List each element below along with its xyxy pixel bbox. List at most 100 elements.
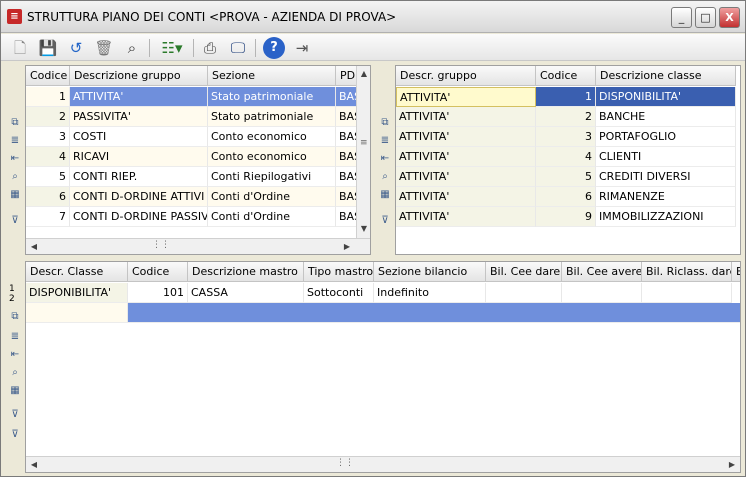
new-row-cell[interactable] bbox=[26, 303, 128, 323]
table-cell[interactable]: BAS bbox=[336, 147, 358, 167]
table-cell[interactable]: 2 bbox=[536, 107, 596, 127]
table-cell[interactable]: ATTIVITA' bbox=[70, 87, 208, 107]
column-header[interactable]: Sezione bilancio bbox=[374, 262, 486, 282]
table-cell[interactable]: ATTIVITA' bbox=[396, 207, 536, 227]
table-cell[interactable]: 1 bbox=[536, 87, 596, 107]
table-cell[interactable]: Sottoconti bbox=[304, 283, 374, 303]
column-header[interactable]: Codice bbox=[536, 66, 596, 86]
find-icon[interactable]: ⌕ bbox=[121, 37, 143, 59]
table-cell[interactable] bbox=[642, 283, 732, 303]
table-cell[interactable]: 6 bbox=[26, 187, 70, 207]
table-cell[interactable]: RICAVI bbox=[70, 147, 208, 167]
table-cell[interactable]: 6 bbox=[536, 187, 596, 207]
scroll-down-icon[interactable]: ▼ bbox=[357, 222, 370, 236]
zoom-icon[interactable]: ⌕ bbox=[9, 171, 21, 183]
column-header[interactable]: Descr. Classe bbox=[26, 262, 128, 282]
column-header[interactable]: Descrizione gruppo bbox=[70, 66, 208, 86]
table-cell[interactable]: 101 bbox=[128, 283, 188, 303]
table-cell[interactable]: ATTIVITA' bbox=[396, 147, 536, 167]
scroll-right-icon[interactable]: ▶ bbox=[725, 458, 739, 472]
close-button[interactable]: X bbox=[719, 7, 740, 28]
table-cell[interactable]: ATTIVITA' bbox=[396, 87, 536, 107]
table-cell[interactable]: BANCHE bbox=[596, 107, 736, 127]
copy-icon[interactable]: ⧉ bbox=[379, 117, 391, 129]
horizontal-scrollbar[interactable]: ◀ ⋮⋮ ▶ bbox=[26, 238, 370, 254]
list-view-icon[interactable]: ≣ bbox=[379, 135, 391, 147]
filter-clear-icon[interactable]: ⊽ bbox=[9, 429, 21, 441]
column-header[interactable]: PD bbox=[336, 66, 358, 86]
table-cell[interactable]: BAS bbox=[336, 107, 358, 127]
list-icon[interactable]: ☷▾ bbox=[157, 37, 187, 59]
table-cell[interactable]: BAS bbox=[336, 167, 358, 187]
table-cell[interactable]: 2 bbox=[26, 107, 70, 127]
column-header[interactable]: Bil. Cee avere bbox=[562, 262, 642, 282]
table-cell[interactable]: CONTI RIEP. bbox=[70, 167, 208, 187]
filter-icon[interactable]: ⊽ bbox=[379, 215, 391, 227]
table-cell[interactable]: Conti d'Ordine bbox=[208, 187, 336, 207]
table-cell[interactable]: Conti Riepilogativi bbox=[208, 167, 336, 187]
table-cell[interactable]: CONTI D-ORDINE ATTIVI bbox=[70, 187, 208, 207]
undo-icon[interactable]: ↺ bbox=[65, 37, 87, 59]
table-cell[interactable]: 4 bbox=[536, 147, 596, 167]
column-header[interactable]: Tipo mastro bbox=[304, 262, 374, 282]
new-icon[interactable]: 🗋 bbox=[9, 37, 31, 59]
scroll-up-icon[interactable]: ▲ bbox=[357, 67, 370, 81]
table-cell[interactable]: 1 bbox=[26, 87, 70, 107]
vertical-scrollbar[interactable]: ▲ ≡ ▼ bbox=[356, 66, 370, 238]
column-header[interactable]: Sezione bbox=[208, 66, 336, 86]
print-icon[interactable]: ⎙ bbox=[199, 37, 221, 59]
table-cell[interactable]: ATTIVITA' bbox=[396, 187, 536, 207]
table-cell[interactable]: CONTI D-ORDINE PASSIVI bbox=[70, 207, 208, 227]
table-cell[interactable]: BAS bbox=[336, 187, 358, 207]
insert-icon[interactable]: ⇤ bbox=[9, 349, 21, 361]
table-cell[interactable] bbox=[562, 283, 642, 303]
list-view-icon[interactable]: ≣ bbox=[9, 135, 21, 147]
table-cell[interactable]: ATTIVITA' bbox=[396, 127, 536, 147]
table-icon[interactable]: ▦ bbox=[379, 189, 391, 201]
table-cell[interactable]: Stato patrimoniale bbox=[208, 107, 336, 127]
column-header[interactable]: B bbox=[732, 262, 740, 282]
table-cell[interactable]: 3 bbox=[26, 127, 70, 147]
zoom-icon[interactable]: ⌕ bbox=[379, 171, 391, 183]
table-cell[interactable]: 5 bbox=[26, 167, 70, 187]
table-icon[interactable]: ▦ bbox=[9, 189, 21, 201]
column-header[interactable]: Descr. gruppo bbox=[396, 66, 536, 86]
exit-icon[interactable]: ⇥ bbox=[291, 37, 313, 59]
column-header[interactable]: Bil. Cee dare bbox=[486, 262, 562, 282]
delete-icon[interactable]: 🗑 bbox=[93, 37, 115, 59]
table-cell[interactable]: BAS bbox=[336, 207, 358, 227]
scroll-left-icon[interactable]: ◀ bbox=[27, 240, 41, 254]
scroll-right-icon[interactable]: ▶ bbox=[340, 240, 354, 254]
column-header[interactable]: Bil. Riclass. dare bbox=[642, 262, 732, 282]
table-cell[interactable]: Conto economico bbox=[208, 147, 336, 167]
table-cell[interactable]: BAS bbox=[336, 87, 358, 107]
table-cell[interactable]: 9 bbox=[536, 207, 596, 227]
filter-icon[interactable]: ⊽ bbox=[9, 409, 21, 421]
column-header[interactable]: Descrizione classe bbox=[596, 66, 736, 86]
table-cell[interactable]: Indefinito bbox=[374, 283, 486, 303]
table-cell[interactable]: Conto economico bbox=[208, 127, 336, 147]
table-cell[interactable]: CREDITI DIVERSI bbox=[596, 167, 736, 187]
table-cell[interactable]: BAS bbox=[336, 127, 358, 147]
table-cell[interactable]: COSTI bbox=[70, 127, 208, 147]
scroll-left-icon[interactable]: ◀ bbox=[27, 458, 41, 472]
minimize-button[interactable]: _ bbox=[671, 7, 692, 28]
table-cell[interactable]: CASSA bbox=[188, 283, 304, 303]
column-header[interactable]: Descrizione mastro bbox=[188, 262, 304, 282]
table-cell[interactable]: 4 bbox=[26, 147, 70, 167]
copy-icon[interactable]: ⧉ bbox=[9, 117, 21, 129]
table-cell[interactable]: ATTIVITA' bbox=[396, 107, 536, 127]
table-cell[interactable]: Conti d'Ordine bbox=[208, 207, 336, 227]
horizontal-scrollbar[interactable]: ◀ ⋮⋮ ▶ bbox=[26, 456, 740, 472]
table-cell[interactable]: 5 bbox=[536, 167, 596, 187]
insert-icon[interactable]: ⇤ bbox=[379, 153, 391, 165]
table-cell[interactable]: IMMOBILIZZAZIONI bbox=[596, 207, 736, 227]
maximize-button[interactable]: □ bbox=[695, 7, 716, 28]
table-icon[interactable]: ▦ bbox=[9, 385, 21, 397]
table-cell[interactable]: 7 bbox=[26, 207, 70, 227]
help-icon[interactable]: ? bbox=[263, 37, 285, 59]
insert-icon[interactable]: ⇤ bbox=[9, 153, 21, 165]
list-view-icon[interactable]: ≣ bbox=[9, 331, 21, 343]
table-cell[interactable]: DISPONIBILITA' bbox=[26, 283, 128, 303]
table-cell[interactable]: DISPONIBILITA' bbox=[596, 87, 736, 107]
